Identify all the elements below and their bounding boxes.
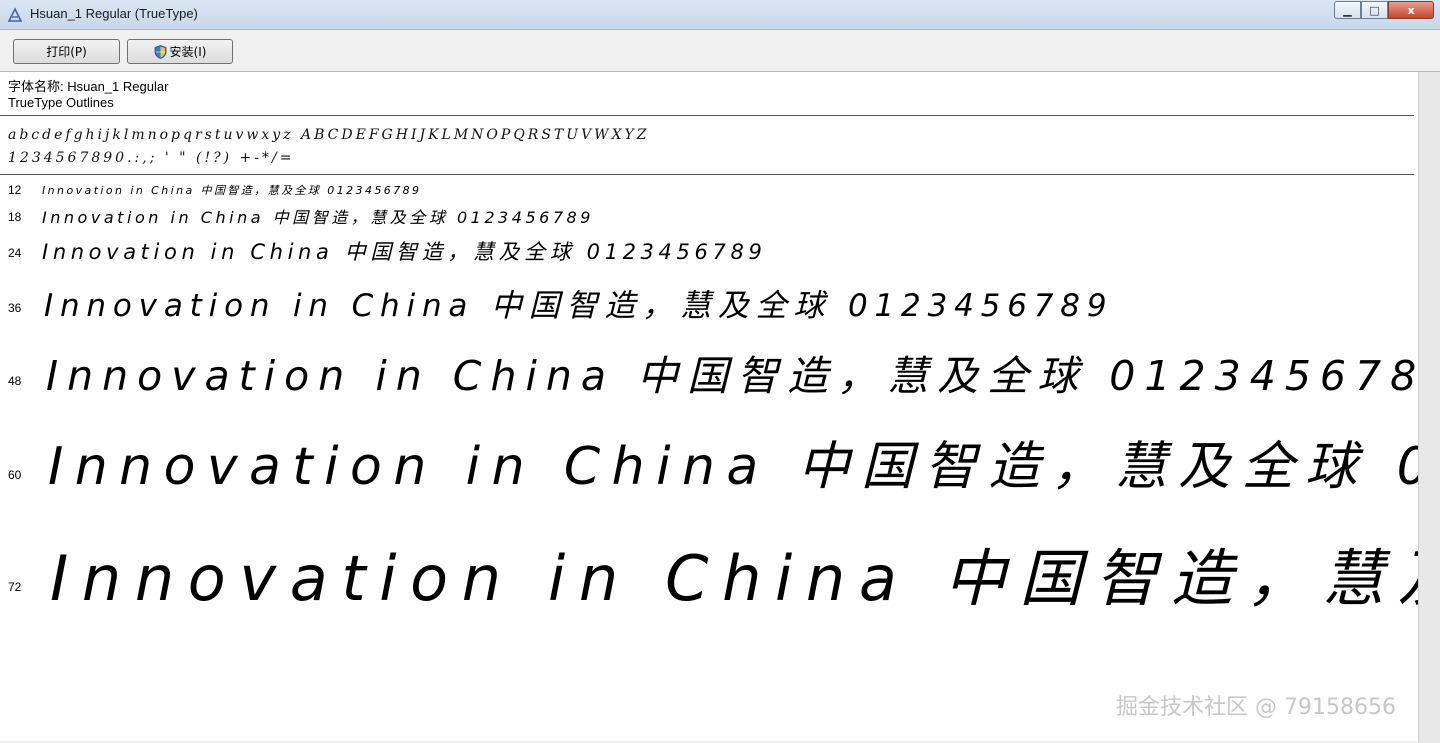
watermark: 掘金技术社区 @ 79158656 — [1116, 695, 1396, 720]
font-name-line: 字体名称: Hsuan_1 Regular — [8, 79, 169, 94]
close-button[interactable]: x — [1388, 1, 1434, 19]
sample-line-36: Innovation in China 中国智造，慧及全球 0123456789 — [44, 288, 1114, 324]
toolbar: 打印(P) 安装(I) — [0, 30, 1440, 72]
size-label-48: 48 — [8, 374, 22, 388]
install-button[interactable]: 安装(I) — [127, 39, 233, 64]
sample-line-72: Innovation in China 中国智造，慧及全球 0123456789 — [50, 542, 1418, 615]
minimize-icon: ▁ — [1343, 3, 1352, 17]
font-app-icon — [7, 7, 23, 22]
uac-shield-icon — [154, 44, 166, 59]
install-button-label: 安装(I) — [169, 45, 207, 59]
size-label-12: 12 — [8, 183, 22, 197]
title-bar: Hsuan_1 Regular (TrueType) ▁ □ x — [0, 0, 1440, 30]
divider — [0, 174, 1414, 175]
charset-letters: abcdefghijklmnopqrstuvwxyz ABCDEFGHIJKLM… — [8, 127, 650, 143]
close-icon: x — [1407, 3, 1415, 17]
print-button-label: 打印(P) — [46, 45, 87, 59]
window-controls: ▁ □ x — [1334, 1, 1434, 19]
minimize-button[interactable]: ▁ — [1334, 1, 1361, 19]
sample-line-24: Innovation in China 中国智造，慧及全球 0123456789 — [42, 240, 767, 264]
size-label-60: 60 — [8, 468, 22, 482]
size-label-72: 72 — [8, 580, 22, 594]
sample-line-60: Innovation in China 中国智造，慧及全球 0123456789 — [48, 437, 1418, 497]
sample-line-48: Innovation in China 中国智造，慧及全球 0123456789 — [46, 352, 1418, 400]
font-outline-line: TrueType Outlines — [8, 95, 114, 110]
window-title: Hsuan_1 Regular (TrueType) — [30, 6, 198, 21]
divider — [0, 115, 1414, 116]
size-label-24: 24 — [8, 246, 22, 260]
size-label-36: 36 — [8, 301, 22, 315]
sample-line-12: Innovation in China 中国智造，慧及全球 0123456789 — [42, 184, 422, 197]
maximize-button[interactable]: □ — [1361, 1, 1388, 19]
print-button[interactable]: 打印(P) — [13, 39, 120, 64]
sample-line-18: Innovation in China 中国智造，慧及全球 0123456789 — [42, 208, 594, 227]
vertical-scrollbar[interactable] — [1418, 72, 1440, 743]
font-preview-area: 字体名称: Hsuan_1 Regular TrueType Outlines … — [0, 72, 1418, 741]
maximize-icon: □ — [1369, 3, 1380, 17]
charset-digits-symbols: 1234567890.:,; ' " (!?) +-*/= — [8, 150, 295, 166]
size-label-18: 18 — [8, 210, 22, 224]
